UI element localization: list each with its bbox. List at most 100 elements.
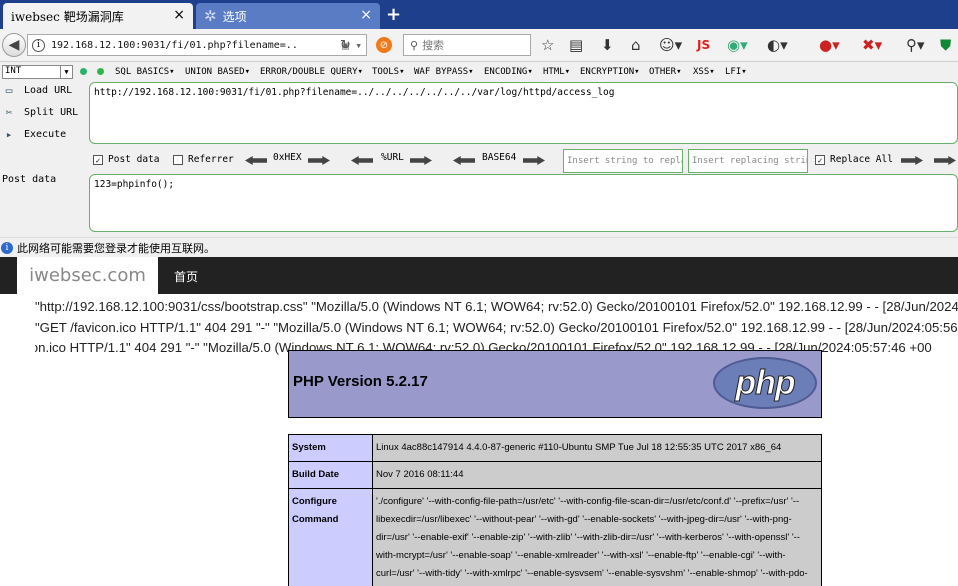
load-url-icon: ▭ [5, 84, 13, 97]
insert-replacing-input[interactable]: Insert replacing string [688, 149, 808, 173]
tab-label: iwebsec 靶场漏洞库 [11, 9, 124, 24]
split-url-icon: ✂ [5, 106, 13, 119]
replace-arrow-icon[interactable] [934, 156, 956, 165]
menu-other[interactable]: OTHER▾ [649, 67, 682, 77]
int-select[interactable]: INT ▼ [2, 65, 73, 79]
menu-encoding[interactable]: ENCODING▾ [484, 67, 533, 77]
download-icon[interactable]: ⬇ [601, 36, 614, 54]
replace-all-checkbox[interactable]: ✓ Replace All [815, 154, 893, 165]
site-brand[interactable]: iwebsec.com [17, 257, 158, 294]
insert-string-input[interactable]: Insert string to replace [563, 149, 683, 173]
menu-xss[interactable]: XSS▾ [693, 67, 715, 77]
load-url-label: Load URL [24, 85, 73, 96]
shield-icon[interactable]: ⛊ [940, 36, 951, 54]
site-navbar: iwebsec.com 首页 [0, 257, 958, 294]
chevron-down-icon: ▼ [60, 66, 72, 78]
url-bar[interactable]: i 192.168.12.100:9031/fi/01.php?filename… [27, 34, 367, 56]
execute-button[interactable]: ▸ Execute [0, 128, 66, 141]
plus-icon[interactable] [97, 68, 104, 75]
table-row: Build Date Nov 7 2016 08:11:44 [288, 461, 822, 489]
php-logo-text: php [735, 363, 796, 402]
globe-icon[interactable]: ◉▾ [727, 36, 748, 54]
navigation-bar: ◀ i 192.168.12.100:9031/fi/01.php?filena… [0, 29, 958, 62]
phpinfo-header: PHP Version 5.2.17 php [288, 350, 822, 418]
tab-label: 选项 [222, 9, 247, 24]
post-data-label: Post data [2, 174, 57, 185]
row-key: System [288, 434, 373, 462]
url-text[interactable]: 192.168.12.100:9031/fi/01.php?filename=.… [51, 40, 342, 51]
checkbox-unchecked[interactable] [173, 154, 183, 165]
palette-icon[interactable]: ◐▾ [767, 36, 788, 54]
menu-error-double-query[interactable]: ERROR/DOUBLE QUERY▾ [260, 67, 363, 77]
base64-label: BASE64 [482, 152, 517, 163]
tab-options[interactable]: ✲ 选项 × [196, 3, 380, 29]
hex-decode-arrow-icon[interactable] [245, 156, 267, 165]
split-url-label: Split URL [24, 107, 79, 118]
no-script-icon[interactable]: ✖▾ [862, 36, 882, 54]
reading-list-icon[interactable]: ▤ [569, 36, 583, 54]
close-icon[interactable]: × [173, 7, 185, 23]
zoom-icon[interactable]: ⚲▾ [906, 36, 925, 54]
menu-waf-bypass[interactable]: WAF BYPASS▾ [414, 67, 474, 77]
url-encode-label: %URL [381, 152, 404, 163]
menu-encryption[interactable]: ENCRYPTION▾ [580, 67, 640, 77]
base64-encode-arrow-icon[interactable] [523, 156, 545, 165]
hex-encode-arrow-icon[interactable] [308, 156, 330, 165]
phpinfo-table: System Linux 4ac88c147914 4.4.0-87-gener… [288, 434, 822, 586]
back-button[interactable]: ◀ [2, 33, 26, 57]
post-data-label-side: Post data [2, 174, 56, 185]
url-textarea[interactable]: http://192.168.12.100:9031/fi/01.php?fil… [89, 82, 958, 144]
post-data-checkbox[interactable]: ✓ Post data [93, 154, 159, 165]
smiley-icon[interactable]: ☺▾ [659, 36, 682, 54]
addon-red-icon[interactable]: ●▾ [819, 36, 840, 54]
notice-text: 此网络可能需要您登录才能使用互联网。 [17, 241, 215, 255]
close-icon[interactable]: × [360, 7, 372, 23]
load-url-button[interactable]: ▭ Load URL [0, 84, 72, 97]
block-icon[interactable]: ⊘ [376, 37, 392, 53]
table-row: Configure Command './configure' '--with-… [288, 488, 822, 586]
table-row: System Linux 4ac88c147914 4.4.0-87-gener… [288, 434, 822, 462]
menu-union-based[interactable]: UNION BASED▾ [185, 67, 250, 77]
oxhex-label: 0xHEX [273, 152, 302, 163]
search-bar[interactable]: ⚲ 搜索 [403, 34, 531, 56]
row-key: Build Date [288, 461, 373, 489]
post-data-textarea[interactable]: 123=phpinfo(); [89, 174, 958, 232]
menu-tools[interactable]: TOOLS▾ [372, 67, 405, 77]
hackbar-panel: INT ▼ SQL BASICS▾ UNION BASED▾ ERROR/DOU… [0, 62, 958, 237]
php-version-title: PHP Version 5.2.17 [293, 373, 428, 390]
search-icon: ⚲ [410, 38, 419, 52]
search-placeholder: 搜索 [422, 39, 445, 52]
url-decode-arrow-icon[interactable] [351, 156, 373, 165]
info-icon: i [1, 241, 13, 254]
home-icon[interactable]: ⌂ [631, 36, 641, 54]
js-toggle-icon[interactable]: JS [697, 38, 710, 52]
row-value: Nov 7 2016 08:11:44 [372, 461, 822, 489]
row-value: Linux 4ac88c147914 4.4.0-87-generic #110… [372, 434, 822, 462]
bookmark-star-icon[interactable]: ☆ [541, 36, 554, 54]
info-icon[interactable]: i [32, 38, 45, 52]
menu-sql-basics[interactable]: SQL BASICS▾ [115, 67, 175, 77]
nav-home-link[interactable]: 首页 [174, 268, 198, 285]
log-line: "GET /favicon.ico HTTP/1.1" 404 291 "-" … [35, 319, 958, 335]
url-encode-arrow-icon[interactable] [410, 156, 432, 165]
referrer-checkbox[interactable]: Referrer [173, 154, 234, 165]
network-notice-bar[interactable]: i 此网络可能需要您登录才能使用互联网。 [0, 237, 958, 257]
menu-html[interactable]: HTML▾ [543, 67, 570, 77]
row-key: Configure Command [288, 488, 373, 586]
replace-all-label: Replace All [830, 154, 893, 165]
replace-arrow-icon[interactable] [901, 156, 923, 165]
new-tab-button[interactable]: + [386, 4, 401, 25]
play-icon: ▸ [5, 128, 13, 141]
hackbar-menu: INT ▼ SQL BASICS▾ UNION BASED▾ ERROR/DOU… [0, 62, 958, 82]
gear-icon: ✲ [204, 7, 217, 25]
minus-icon[interactable] [80, 68, 87, 75]
reload-icon[interactable]: ↻ [340, 38, 351, 53]
menu-lfi[interactable]: LFI▾ [725, 67, 747, 77]
hackbar-controls: ✓ Post data Referrer 0xHEX %URL BASE64 I… [89, 148, 958, 174]
referrer-label: Referrer [188, 154, 234, 165]
checkbox-checked[interactable]: ✓ [93, 154, 103, 165]
split-url-button[interactable]: ✂ Split URL [0, 106, 79, 119]
checkbox-checked[interactable]: ✓ [815, 154, 825, 165]
tab-iwebsec[interactable]: iwebsec 靶场漏洞库 × [3, 3, 193, 29]
base64-decode-arrow-icon[interactable] [453, 156, 475, 165]
